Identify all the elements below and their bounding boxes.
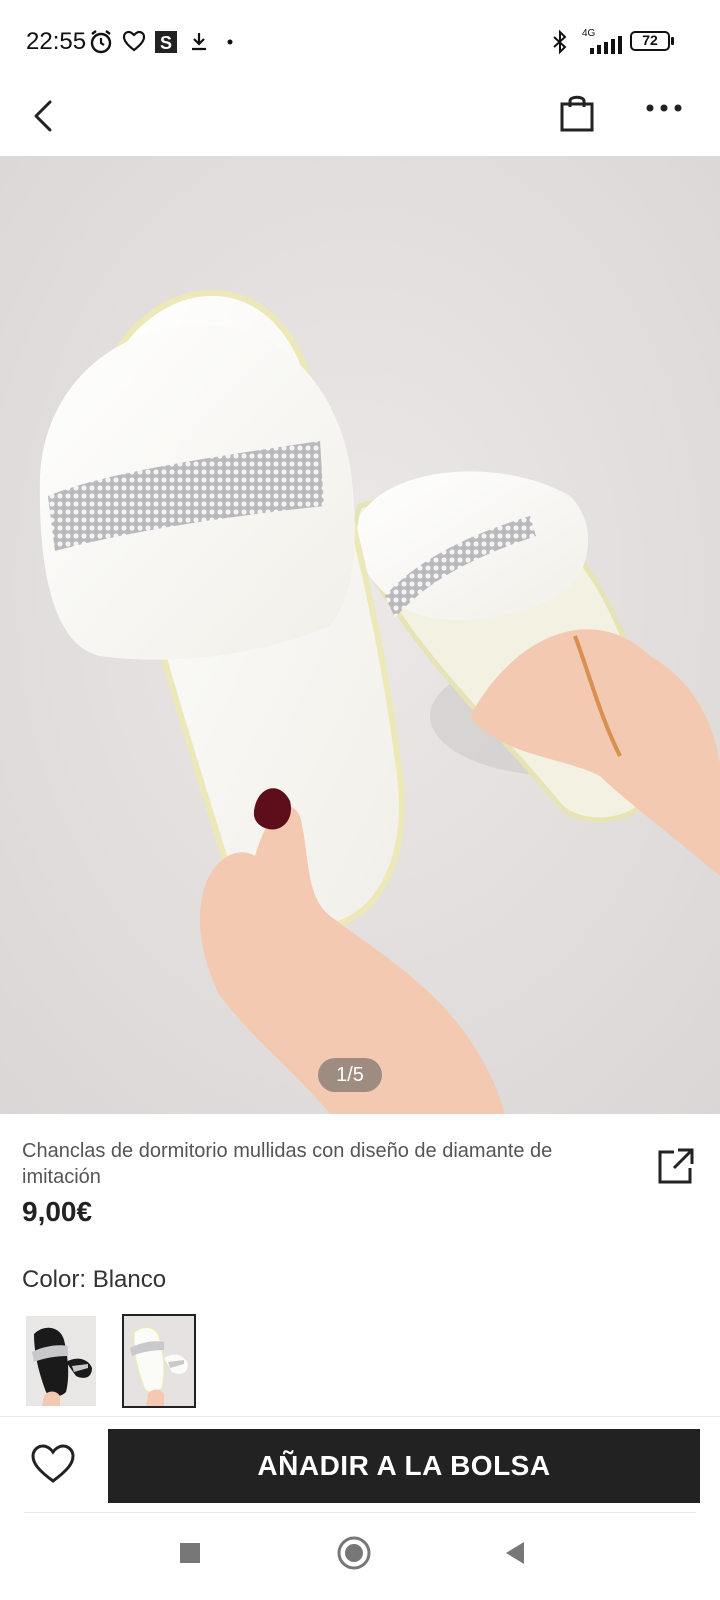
back-chevron-icon[interactable] <box>28 94 60 138</box>
s-app-icon: S <box>155 31 177 53</box>
product-price: 9,00€ <box>22 1196 93 1227</box>
download-icon <box>192 33 206 51</box>
black-slipper-swatch <box>26 1316 96 1406</box>
status-time: 22:55 <box>26 28 87 55</box>
color-label: Color: Blanco <box>22 1266 167 1293</box>
back-triangle-icon[interactable] <box>502 1539 528 1567</box>
more-dots-icon[interactable] <box>644 100 684 116</box>
product-info: Chanclas de dormitorio mullidas con dise… <box>0 1114 720 1414</box>
battery-level: 72 <box>642 32 658 48</box>
white-slipper-swatch <box>124 1316 194 1406</box>
status-bar: 22:55 S 4G 72 <box>0 0 720 88</box>
add-to-bag-button[interactable]: AÑADIR A LA BOLSA <box>108 1429 700 1503</box>
system-navigation-bar <box>0 1513 720 1600</box>
product-image[interactable]: 1/5 <box>0 156 720 1114</box>
recents-square-icon[interactable] <box>178 1541 202 1565</box>
shopping-bag-icon[interactable] <box>558 92 596 134</box>
signal-icon: 4G <box>578 28 628 56</box>
bottom-action-bar: AÑADIR A LA BOLSA <box>0 1417 720 1513</box>
color-swatch-black[interactable] <box>26 1316 96 1406</box>
product-title: Chanclas de dormitorio mullidas con dise… <box>22 1140 553 1188</box>
image-counter-badge: 1/5 <box>318 1058 382 1092</box>
wishlist-heart-icon[interactable] <box>28 1439 78 1489</box>
dot-icon <box>227 39 233 45</box>
svg-text:S: S <box>160 33 172 53</box>
color-swatch-white[interactable] <box>122 1314 196 1408</box>
bluetooth-icon <box>553 29 567 55</box>
heart-outline-icon <box>122 30 146 52</box>
home-circle-icon[interactable] <box>336 1535 372 1571</box>
battery-icon: 72 <box>630 31 676 53</box>
top-app-bar <box>0 88 720 156</box>
slipper-photo <box>0 156 720 1114</box>
alarm-icon <box>90 30 112 54</box>
image-counter: 1/5 <box>336 1064 364 1086</box>
share-icon[interactable] <box>656 1146 696 1186</box>
